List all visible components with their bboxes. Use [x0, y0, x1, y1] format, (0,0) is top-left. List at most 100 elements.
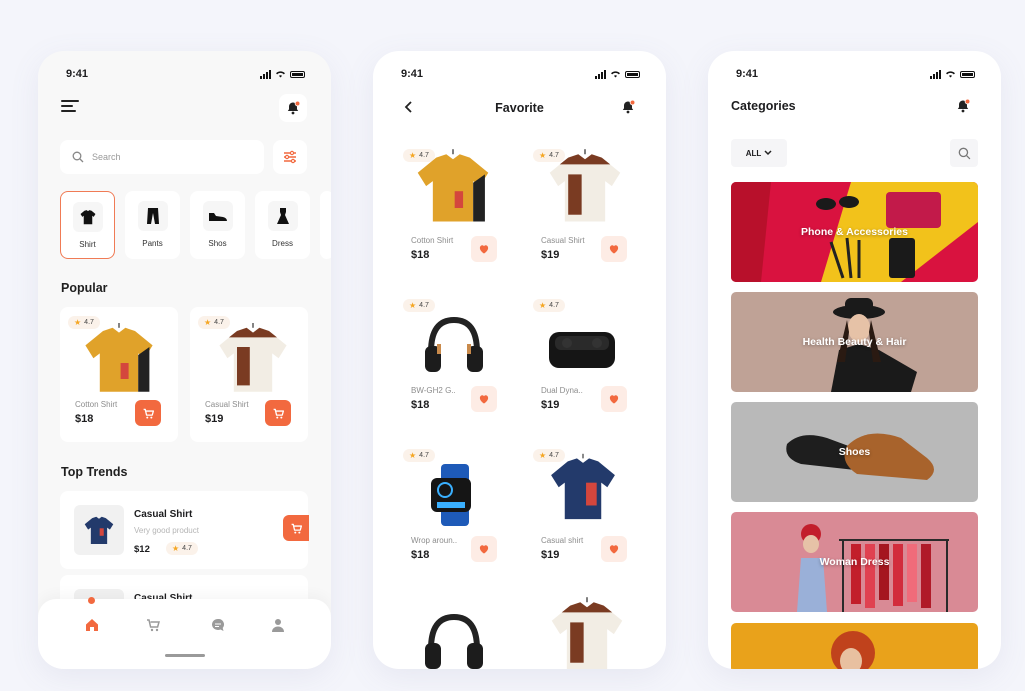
yellow-shirt-image: [411, 149, 495, 222]
popular-card[interactable]: ★ 4.7 Cotton Shirt $18: [60, 307, 178, 442]
notification-button[interactable]: [279, 94, 307, 122]
category-banner-health-beauty[interactable]: Health Beauty & Hair: [731, 292, 978, 392]
headphones-image: [425, 316, 483, 372]
status-bar: 9:41: [66, 67, 305, 81]
profile-icon[interactable]: [270, 617, 286, 633]
status-bar: 9:41: [736, 67, 975, 81]
category-banner-woman-dress[interactable]: Woman Dress: [731, 512, 978, 612]
favorite-button[interactable]: [471, 236, 497, 262]
popular-title: Popular: [61, 281, 108, 295]
battery-icon: [625, 70, 640, 78]
favorite-item[interactable]: ★ 4.7 Wrop aroun.. $18: [401, 446, 501, 576]
category-pants[interactable]: Pants: [125, 191, 180, 259]
search-input[interactable]: Search: [60, 140, 264, 174]
wifi-icon: [946, 71, 955, 78]
add-to-cart-button[interactable]: [283, 515, 309, 541]
filter-icon: [284, 150, 296, 164]
favorite-item[interactable]: ★ 4.7 BW-GH2 G.. $18: [401, 296, 501, 426]
status-time: 9:41: [66, 68, 89, 80]
rating-badge: ★ 4.7: [403, 299, 435, 312]
trend-item[interactable]: Casual Shirt Very good product $12 ★ 4.7: [60, 491, 309, 569]
favorite-button[interactable]: [601, 236, 627, 262]
shoe-icon: [202, 201, 233, 231]
bell-icon[interactable]: [620, 99, 636, 115]
home-icon[interactable]: [84, 617, 100, 633]
rating-badge: ★ 4.7: [403, 449, 435, 462]
signal-icon: [260, 69, 271, 79]
favorite-button[interactable]: [601, 386, 627, 412]
wifi-icon: [276, 71, 285, 78]
search-placeholder: Search: [92, 152, 121, 162]
dress-icon: [267, 201, 298, 231]
heart-icon: [608, 393, 620, 405]
bell-icon[interactable]: [955, 98, 971, 114]
favorite-screen: 9:41 Favorite ★ 4.7 Cotton Shirt $18 ★ 4.7…: [373, 51, 666, 669]
brown-shirt-image: [212, 323, 294, 395]
heart-icon: [478, 543, 490, 555]
bell-icon: [285, 100, 301, 116]
category-shoes[interactable]: Shos: [190, 191, 245, 259]
headphones-image: [425, 613, 483, 669]
category-banner-phone-accessories[interactable]: Phone & Accessories: [731, 182, 978, 282]
home-indicator: [165, 654, 205, 657]
search-icon: [72, 151, 84, 163]
top-trends-title: Top Trends: [61, 465, 128, 479]
shirt-icon: [72, 202, 103, 232]
filter-button[interactable]: [273, 140, 307, 174]
battery-icon: [290, 70, 305, 78]
battery-icon: [960, 70, 975, 78]
search-icon: [958, 147, 970, 159]
earbuds-case-image: [549, 332, 615, 368]
favorite-button[interactable]: [471, 386, 497, 412]
home-screen: 9:41 Search Shirt Pants Shos Dress Popul…: [38, 51, 331, 669]
star-icon: ★: [409, 451, 417, 460]
filter-dropdown[interactable]: ALL: [731, 139, 787, 167]
cart-icon[interactable]: [146, 617, 162, 633]
cart-icon: [142, 407, 155, 420]
favorite-button[interactable]: [471, 536, 497, 562]
status-time: 9:41: [736, 68, 759, 80]
favorite-item[interactable]: ★ 4.7 Cotton Shirt $18: [401, 146, 501, 276]
chevron-down-icon: [764, 150, 772, 156]
brown-shirt-image: [545, 597, 629, 669]
popular-card[interactable]: ★ 4.7 Casual Shirt $19: [190, 307, 308, 442]
wifi-icon: [611, 71, 620, 78]
smartwatch-image: [431, 464, 471, 526]
woman-red-hair-photo: [831, 631, 875, 669]
add-to-cart-button[interactable]: [135, 400, 161, 426]
favorite-item[interactable]: ★ 4.7 Casual shirt $19: [531, 446, 631, 576]
category-banner-shoes[interactable]: Shoes: [731, 402, 978, 502]
star-icon: ★: [539, 301, 547, 310]
favorite-item[interactable]: ★ 4.7 Dual Dyna.. $19: [531, 296, 631, 426]
heart-icon: [478, 243, 490, 255]
category-dress[interactable]: Dress: [255, 191, 310, 259]
categories-screen: 9:41 Categories ALL Phone & Accessories: [708, 51, 1001, 669]
category-more[interactable]: [320, 191, 331, 259]
rating-badge: ★ 4.7: [533, 299, 565, 312]
chat-icon[interactable]: [210, 617, 226, 633]
star-icon: ★: [409, 301, 417, 310]
navy-shirt-image: [545, 453, 621, 526]
add-to-cart-button[interactable]: [265, 400, 291, 426]
category-banner-partial[interactable]: [731, 623, 978, 669]
page-title: Categories: [731, 99, 796, 113]
heart-icon: [608, 543, 620, 555]
favorite-button[interactable]: [601, 536, 627, 562]
yellow-shirt-image: [78, 323, 160, 392]
category-shirt[interactable]: Shirt: [60, 191, 115, 259]
rating-badge: ★ 4.7: [166, 542, 198, 555]
brown-shirt-image: [543, 149, 627, 226]
heart-icon: [608, 243, 620, 255]
signal-icon: [595, 69, 606, 79]
favorite-item[interactable]: ★ 4.7 Casual Shirt $19: [531, 146, 631, 276]
cart-icon: [272, 407, 285, 420]
menu-icon[interactable]: [61, 100, 79, 112]
search-button[interactable]: [950, 139, 978, 167]
status-time: 9:41: [401, 68, 424, 80]
active-indicator: [88, 597, 95, 604]
navy-shirt-thumbnail: [74, 505, 124, 555]
bottom-navigation: [38, 597, 331, 669]
category-row: Shirt Pants Shos Dress: [60, 191, 331, 259]
star-icon: ★: [204, 318, 212, 327]
star-icon: ★: [172, 544, 180, 553]
